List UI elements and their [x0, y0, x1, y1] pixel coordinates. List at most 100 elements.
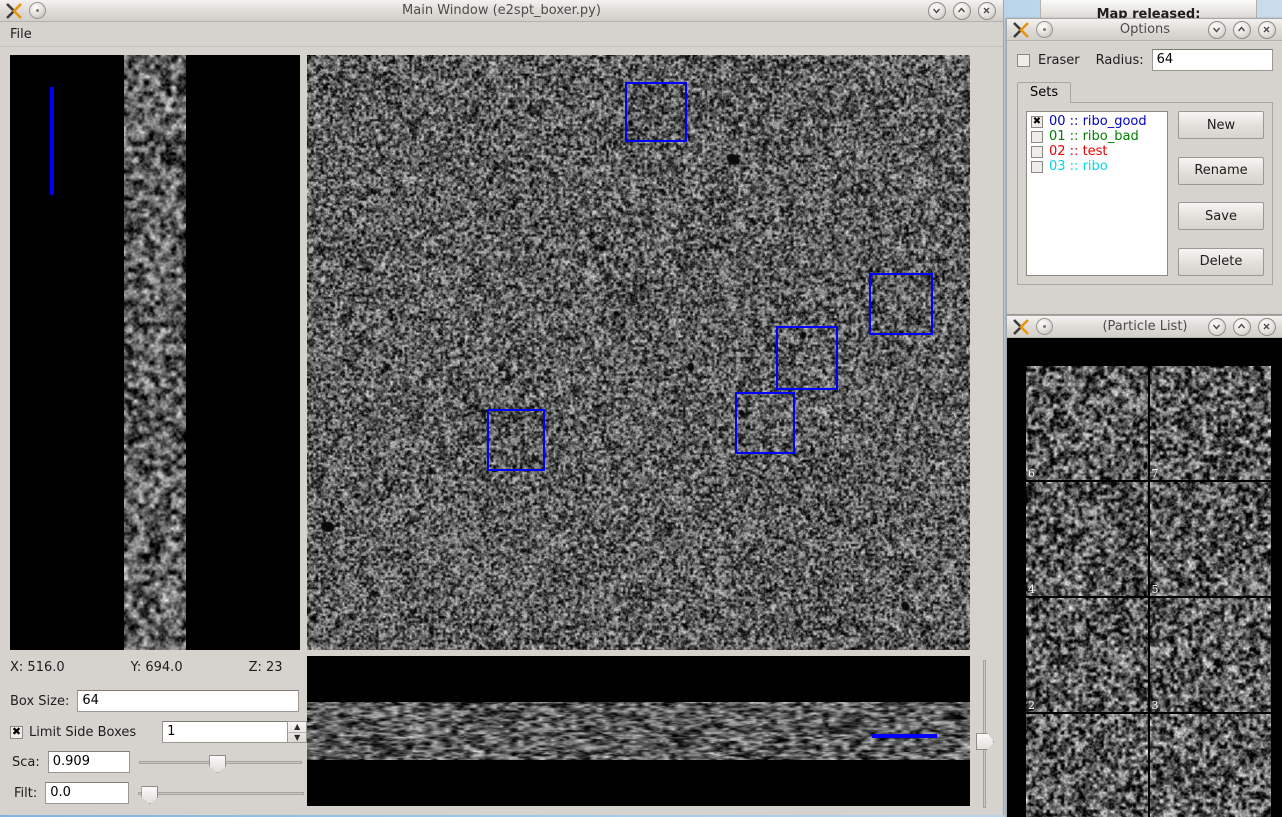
particle-list-window: (Particle List) 6 7 4 5 2 301 [1006, 315, 1282, 817]
sca-slider[interactable] [139, 752, 302, 772]
options-tabstrip: Sets [1017, 81, 1273, 102]
close-x-icon[interactable] [1258, 21, 1276, 39]
particle-thumbnail-image [1026, 482, 1148, 596]
particle-thumbnail-index: 2 [1028, 700, 1035, 712]
main-window-titlebar[interactable]: Main Window (e2spt_boxer.py) [0, 0, 1003, 22]
particle-thumbnail-index: 4 [1028, 584, 1035, 596]
sca-input[interactable]: 0.909 [48, 751, 131, 773]
delete-set-button[interactable]: Delete [1178, 248, 1264, 276]
side-view-slice-marker [50, 87, 54, 195]
particle-thumbnail-image [1150, 482, 1272, 596]
particle-thumbnail[interactable]: 2 [1026, 598, 1148, 712]
box-size-label: Box Size: [10, 694, 69, 709]
particle-thumbnail[interactable]: 4 [1026, 482, 1148, 596]
window-menu-button[interactable] [1036, 318, 1053, 335]
particle-box[interactable] [735, 392, 795, 454]
side-boxes-spin-arrows[interactable]: ▲ ▼ [288, 721, 307, 743]
options-window: Options Eraser Radius: 64 Sets 00 :: rib… [1006, 18, 1282, 315]
limit-side-boxes-checkbox[interactable] [10, 726, 23, 739]
particle-thumbnail-index: 7 [1152, 468, 1159, 480]
rename-set-button[interactable]: Rename [1178, 157, 1264, 185]
set-label: 02 :: test [1049, 144, 1108, 159]
set-checkbox[interactable] [1031, 146, 1043, 158]
radius-input[interactable]: 64 [1152, 49, 1273, 71]
save-set-button[interactable]: Save [1178, 202, 1264, 230]
particle-thumbnail[interactable]: 0 [1026, 714, 1148, 817]
particle-list-titlebar-left [1007, 318, 1053, 336]
particle-box[interactable] [776, 326, 838, 390]
sets-tab-pane: 00 :: ribo_good01 :: ribo_bad02 :: test0… [1017, 102, 1273, 285]
tab-sets[interactable]: Sets [1017, 82, 1071, 103]
set-checkbox[interactable] [1031, 131, 1043, 143]
window-menu-button[interactable] [1036, 21, 1053, 38]
set-list-item[interactable]: 03 :: ribo [1027, 159, 1167, 174]
options-body: Eraser Radius: 64 Sets 00 :: ribo_good01… [1007, 41, 1282, 285]
particle-box[interactable] [869, 273, 933, 335]
side-boxes-stepper[interactable]: 1 ▲ ▼ [162, 721, 307, 743]
z-slider[interactable] [975, 660, 993, 808]
set-list-item[interactable]: 02 :: test [1027, 144, 1167, 159]
sets-buttons: New Rename Save Delete [1178, 111, 1264, 276]
particle-thumbnail[interactable]: 5 [1150, 482, 1272, 596]
z-slider-knob[interactable] [976, 733, 994, 750]
spin-down-icon[interactable]: ▼ [288, 733, 306, 743]
particle-thumbnail[interactable]: 3 [1150, 598, 1272, 712]
filt-slider-knob[interactable] [141, 786, 158, 804]
particle-thumbnail-index: 6 [1028, 468, 1035, 480]
menubar: File [0, 22, 1003, 47]
particle-list-titlebar[interactable]: (Particle List) [1007, 316, 1282, 338]
particle-thumbnail-image [1150, 366, 1272, 480]
options-window-controls [1208, 21, 1282, 39]
eraser-row: Eraser Radius: 64 [1017, 49, 1273, 71]
particle-list-body[interactable]: 6 7 4 5 2 301 [1007, 338, 1282, 817]
close-x-icon[interactable] [1258, 318, 1276, 336]
particle-box[interactable] [487, 409, 545, 471]
particle-box[interactable] [625, 82, 687, 142]
new-set-button[interactable]: New [1178, 111, 1264, 139]
spin-up-icon[interactable]: ▲ [288, 722, 306, 733]
main-window: Main Window (e2spt_boxer.py) File [0, 0, 1004, 815]
particle-thumbnail[interactable]: 1 [1150, 714, 1272, 817]
limit-side-boxes-label: Limit Side Boxes [29, 725, 136, 740]
particle-thumbnail-grid: 6 7 4 5 2 301 [1026, 366, 1271, 817]
set-label: 01 :: ribo_bad [1049, 129, 1139, 144]
side-view-panel[interactable] [10, 55, 300, 650]
box-size-input[interactable]: 64 [77, 690, 299, 712]
maximize-chevron-up-icon[interactable] [1233, 21, 1251, 39]
minimize-chevron-down-icon[interactable] [1208, 21, 1226, 39]
bottom-view-panel[interactable] [307, 656, 970, 806]
minimize-chevron-down-icon[interactable] [928, 2, 946, 20]
close-x-icon[interactable] [978, 2, 996, 20]
main-window-titlebar-left [0, 2, 46, 20]
particle-thumbnail[interactable]: 6 [1026, 366, 1148, 480]
particle-thumbnail-index: 5 [1152, 584, 1159, 596]
maximize-chevron-up-icon[interactable] [953, 2, 971, 20]
filt-slider[interactable] [138, 783, 304, 803]
window-menu-button[interactable] [29, 2, 46, 19]
side-boxes-input[interactable]: 1 [162, 721, 288, 743]
limit-side-boxes-row: Limit Side Boxes 1 ▲ ▼ [10, 721, 307, 743]
maximize-chevron-up-icon[interactable] [1233, 318, 1251, 336]
set-checkbox[interactable] [1031, 116, 1043, 128]
filt-input[interactable]: 0.0 [45, 782, 129, 804]
sca-slider-knob[interactable] [209, 755, 226, 773]
eraser-checkbox[interactable] [1017, 54, 1030, 67]
sets-list[interactable]: 00 :: ribo_good01 :: ribo_bad02 :: test0… [1026, 111, 1168, 276]
set-list-item[interactable]: 00 :: ribo_good [1027, 114, 1167, 129]
minimize-chevron-down-icon[interactable] [1208, 318, 1226, 336]
main-view-panel[interactable] [307, 55, 970, 650]
particle-thumbnail[interactable]: 7 [1150, 366, 1272, 480]
menu-file[interactable]: File [0, 24, 42, 45]
bottom-view-image [307, 702, 970, 760]
set-checkbox[interactable] [1031, 161, 1043, 173]
set-label: 00 :: ribo_good [1049, 114, 1147, 129]
main-window-title: Main Window (e2spt_boxer.py) [0, 3, 1003, 18]
side-view-image [124, 55, 186, 650]
eman2-x-icon [1012, 318, 1030, 336]
filt-row: Filt: 0.0 [14, 782, 304, 804]
particle-thumbnail-image [1150, 598, 1272, 712]
options-titlebar[interactable]: Options [1007, 19, 1282, 41]
particle-list-controls [1208, 318, 1282, 336]
background-window-titlebar[interactable]: Map released: [1040, 0, 1257, 19]
set-list-item[interactable]: 01 :: ribo_bad [1027, 129, 1167, 144]
